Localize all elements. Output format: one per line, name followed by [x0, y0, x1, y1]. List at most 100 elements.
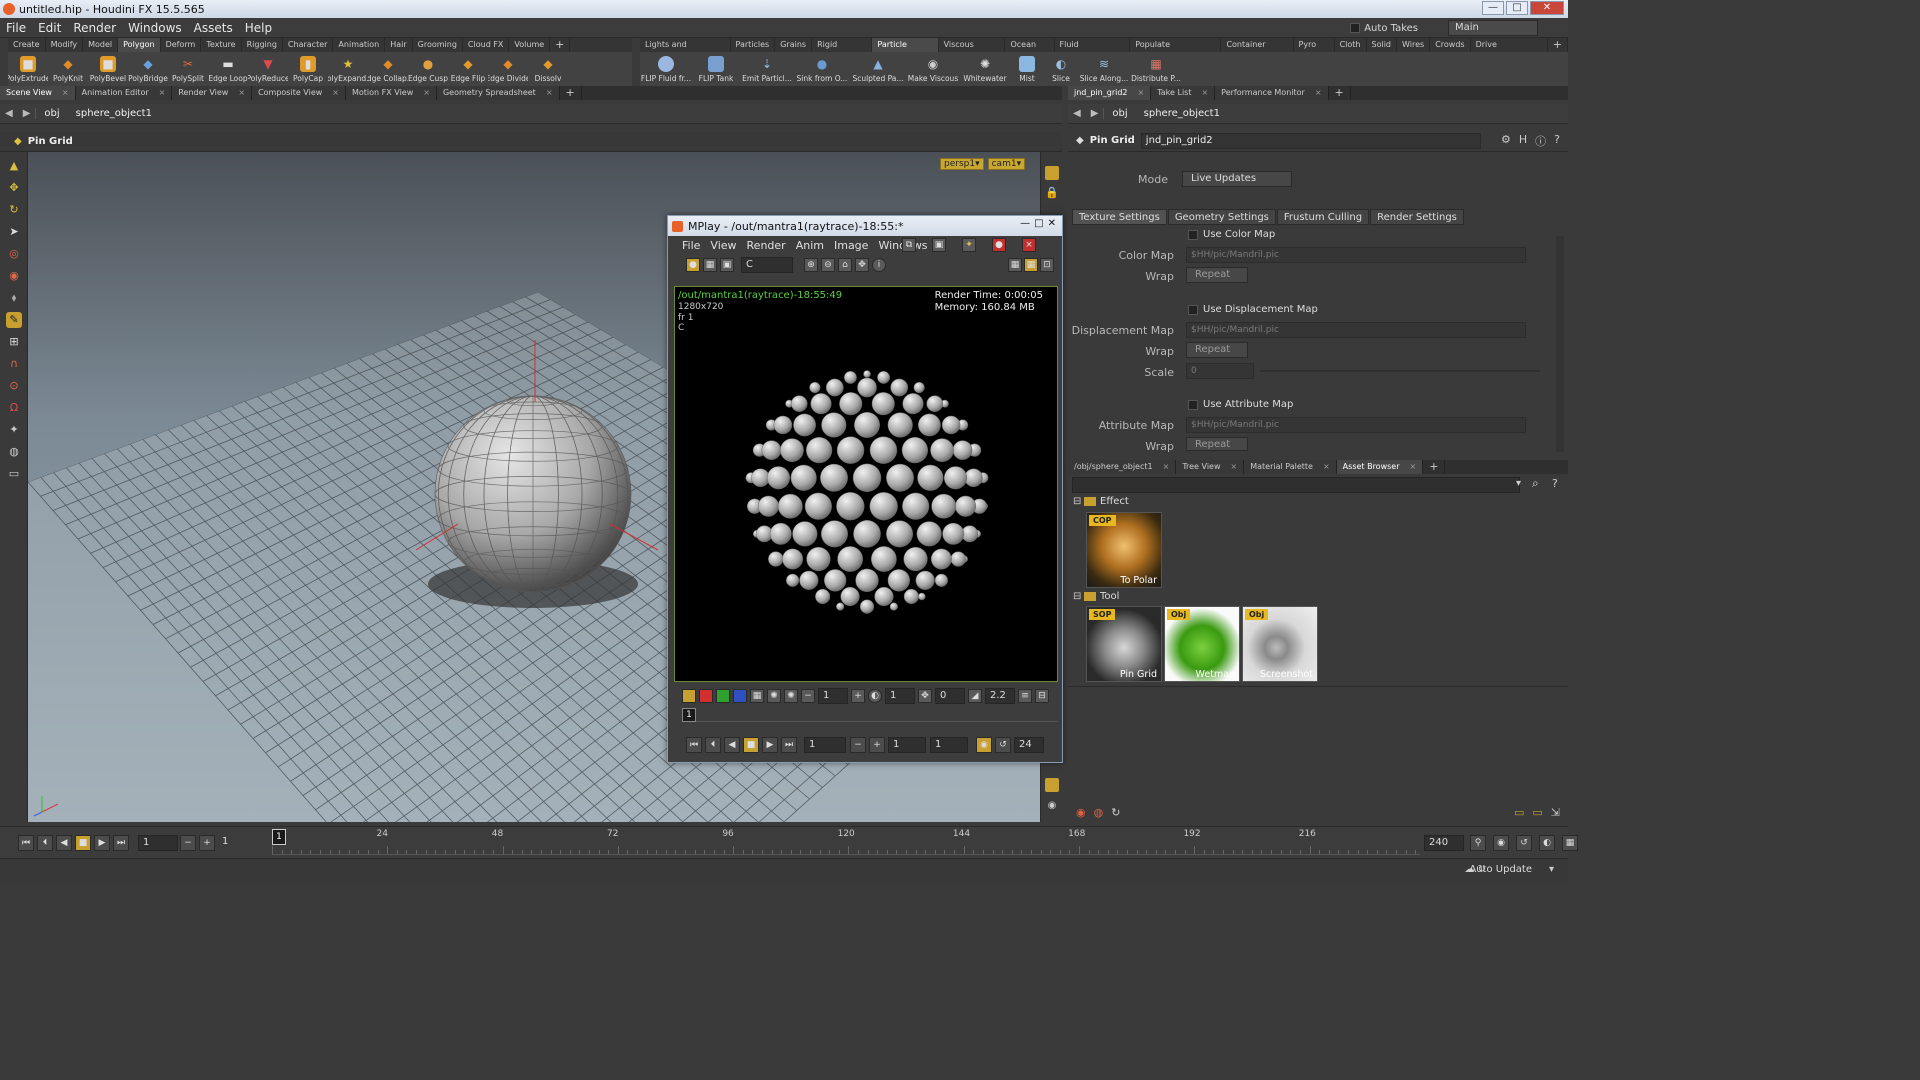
shelf-tab[interactable]: Particles	[731, 38, 776, 52]
camera-icon[interactable]: ◍	[6, 444, 22, 460]
desktop-selector[interactable]: Main	[1448, 20, 1538, 36]
add-shelf-tab-icon[interactable]: +	[550, 38, 571, 52]
shelf-tab[interactable]: Grains	[775, 38, 813, 52]
contrast-icon[interactable]: ◐	[868, 689, 882, 703]
step-back-icon[interactable]: ⏴	[37, 835, 53, 851]
collapse-tool-icon[interactable]: ⊟	[1073, 591, 1081, 602]
tab-network-path[interactable]: /obj/sphere_object1 ×	[1068, 460, 1177, 474]
mplay-current-frame[interactable]: 1	[888, 737, 926, 753]
auto-update-dropdown-icon[interactable]: ▾	[1549, 864, 1554, 875]
gear-icon[interactable]: ⚙	[1501, 133, 1511, 149]
display-icon[interactable]: ▭	[6, 466, 22, 482]
menu-windows[interactable]: Windows	[122, 21, 188, 35]
shelf-tab[interactable]: Populate Containers	[1130, 38, 1222, 63]
mplay-end-frame[interactable]: 1	[930, 737, 968, 753]
close-tab-icon[interactable]: ×	[1323, 460, 1330, 474]
shelf-tab[interactable]: Character	[283, 38, 334, 52]
snap-icon[interactable]: ⊞	[6, 334, 22, 350]
use-color-map-checkbox[interactable]	[1188, 230, 1198, 240]
frame-decrement-icon[interactable]: −	[180, 835, 196, 851]
timeline-current-frame[interactable]: 1	[272, 829, 286, 845]
asset-store-icon[interactable]: ◉	[1076, 806, 1086, 819]
add-shelf-tab-icon[interactable]: +	[1548, 38, 1568, 52]
mplay-fit-icon[interactable]: ⊡	[1040, 258, 1054, 272]
tab-composite-view[interactable]: Composite View ×	[252, 86, 346, 100]
exposure-icon[interactable]: ✥	[918, 689, 932, 703]
tool-edge-cusp[interactable]: ● Edge Cusp	[408, 52, 448, 83]
mplay-fps[interactable]: 24	[1014, 737, 1044, 753]
mplay-render-view[interactable]: /out/mantra1(raytrace)-18:55:49 1280x720…	[674, 286, 1058, 682]
shelf-tab[interactable]: Fluid Containers	[1055, 38, 1131, 63]
persp-camera-menu[interactable]: persp1▾	[940, 158, 984, 170]
use-attribute-map-checkbox[interactable]	[1188, 400, 1198, 410]
params-path-sphere-object[interactable]: sphere_object1	[1136, 108, 1228, 119]
tool-dissolve[interactable]: ◆ Dissolv	[528, 52, 568, 83]
tool-polyextrude[interactable]: ■PolyExtrude	[8, 52, 48, 83]
stop-icon[interactable]: ■	[743, 737, 759, 753]
frame-start-field[interactable]: 1	[138, 835, 178, 851]
magnet-icon[interactable]: ∩	[6, 356, 22, 372]
search-dropdown-icon[interactable]: ▾	[1516, 478, 1521, 489]
timeline-track[interactable]: 24 48 72 96 120 144 168 192 216 1	[272, 829, 1420, 855]
close-tab-icon[interactable]: ×	[1201, 86, 1208, 100]
mplay-menu-image[interactable]: Image	[834, 239, 868, 252]
red-channel-icon[interactable]	[699, 689, 713, 703]
close-tab-icon[interactable]: ×	[423, 86, 430, 100]
mplay-increment-icon[interactable]: +	[869, 737, 885, 753]
tab-render-view[interactable]: Render View ×	[172, 86, 253, 100]
lut-icon[interactable]: ✺	[767, 689, 781, 703]
close-tab-icon[interactable]: ×	[1163, 460, 1170, 474]
tool-edge-divide[interactable]: ◆Edge Divide	[488, 52, 528, 83]
shelf-tab[interactable]: Viscous Fluids	[939, 38, 1006, 63]
mode-dropdown[interactable]: Live Updates	[1182, 171, 1292, 187]
brightness-icon[interactable]: ✺	[784, 689, 798, 703]
menu-render[interactable]: Render	[67, 21, 122, 35]
tool-flip-tank[interactable]: FLIP Tank	[692, 52, 740, 83]
asset-search-input[interactable]	[1072, 477, 1520, 493]
menu-help[interactable]: Help	[239, 21, 278, 35]
decrement-icon[interactable]: −	[801, 689, 815, 703]
mplay-link-icon[interactable]: ⧉	[902, 238, 916, 252]
mplay-close-icon[interactable]: ×	[1022, 238, 1036, 252]
forward-arrow-icon[interactable]: ▶	[23, 108, 31, 119]
color-map-field[interactable]: $HH/pic/Mandril.pic	[1186, 247, 1526, 263]
displacement-map-field[interactable]: $HH/pic/Mandril.pic	[1186, 322, 1526, 338]
open-folder-icon[interactable]: ▭	[1514, 806, 1524, 819]
add-pane-tab-icon[interactable]: +	[1329, 86, 1351, 100]
mplay-gamma-field[interactable]: 2.2	[985, 688, 1015, 704]
tool-emit-particle[interactable]: ⇣ Emit Particl...	[740, 52, 794, 83]
tab-tree-view[interactable]: Tree View ×	[1176, 460, 1245, 474]
loop-icon[interactable]: ↺	[995, 737, 1011, 753]
mplay-frame-strip[interactable]: 1	[682, 708, 1058, 722]
mplay-channel-select[interactable]: C	[741, 257, 793, 273]
shelf-tab[interactable]: Rigid Bodies	[812, 38, 873, 63]
blue-channel-icon[interactable]	[733, 689, 747, 703]
tool-polybevel[interactable]: ■ PolyBevel	[88, 52, 128, 83]
green-channel-icon[interactable]	[716, 689, 730, 703]
tool-distribute-particles[interactable]: ▦ Distribute P...	[1130, 52, 1182, 83]
tool-flip-fluid[interactable]: FLIP Fluid fr...	[640, 52, 692, 83]
lock-icon[interactable]: 🔒	[1045, 186, 1059, 200]
play-back-icon[interactable]: ◀	[56, 835, 72, 851]
shelf-tab[interactable]: Create	[8, 38, 46, 52]
tool-edge-loop[interactable]: ▬ Edge Loop	[208, 52, 248, 83]
eye-icon[interactable]: ◉	[1045, 800, 1059, 814]
pin-grid-tool-icon[interactable]: ✎	[6, 312, 22, 328]
shelf-tab[interactable]: Lights and Cameras	[640, 38, 731, 63]
shelf-tab[interactable]: Texture	[201, 38, 242, 52]
mplay-menu-view[interactable]: View	[710, 239, 736, 252]
mplay-decrement-icon[interactable]: −	[850, 737, 866, 753]
menu-assets[interactable]: Assets	[188, 21, 239, 35]
loop-icon[interactable]: ↺	[1516, 835, 1532, 851]
tab-take-list[interactable]: Take List ×	[1151, 86, 1216, 100]
tab-render-settings[interactable]: Render Settings	[1370, 209, 1464, 225]
menu-file[interactable]: File	[0, 21, 32, 35]
close-button[interactable]: ✕	[1530, 1, 1564, 15]
shelf-tab[interactable]: Volume	[509, 38, 551, 52]
shelf-tab[interactable]: Drive Simulation	[1471, 38, 1548, 63]
shelf-tab[interactable]: Solid	[1367, 38, 1398, 52]
auto-update-label[interactable]: Auto Update	[1469, 864, 1532, 875]
mplay-field-1[interactable]: 1	[818, 688, 848, 704]
mplay-close-button[interactable]: ✕	[1048, 218, 1056, 229]
tab-asset-browser[interactable]: Asset Browser ×	[1336, 460, 1424, 474]
